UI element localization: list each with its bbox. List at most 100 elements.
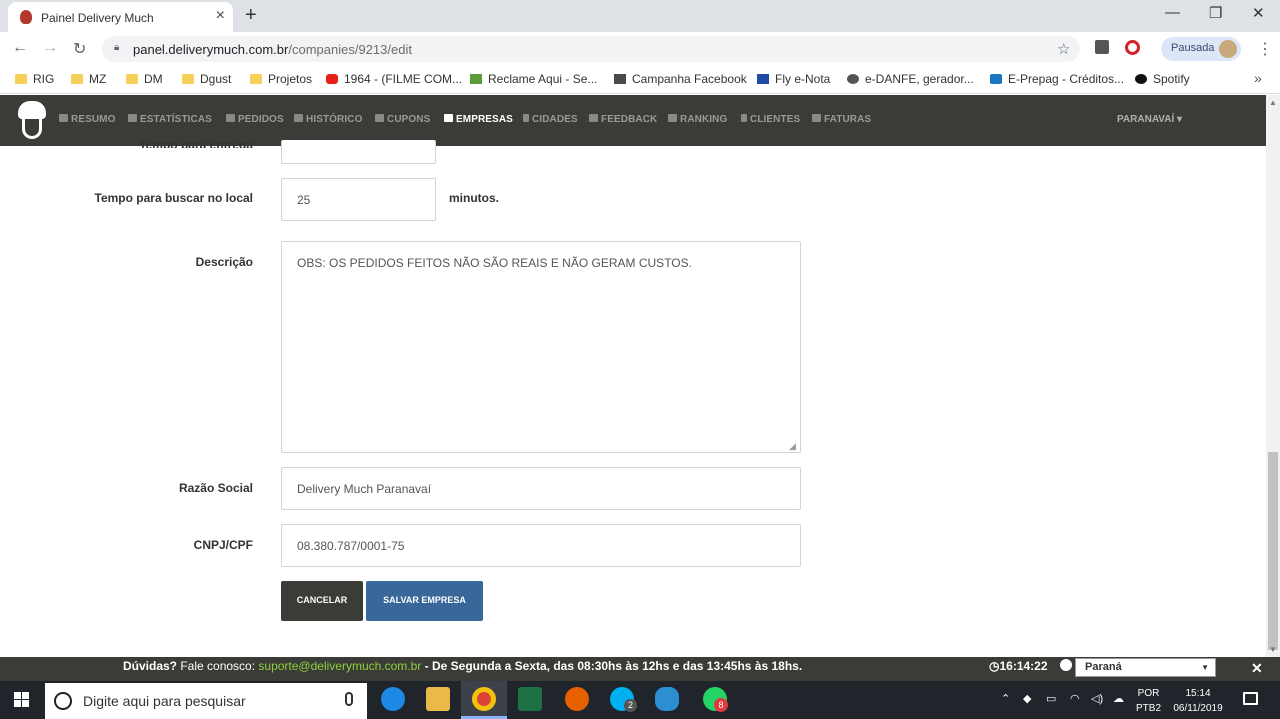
profile-button[interactable]: Pausada [1161,37,1241,61]
reload-icon[interactable]: ↻ [73,39,86,59]
language-indicator[interactable]: POR PTB2 [1136,686,1161,716]
bookmark-label: Reclame Aqui - Se... [488,72,598,86]
bookmark-label: Spotify [1153,72,1190,86]
opera-extension-icon[interactable] [1125,40,1140,55]
chart-icon [128,114,137,122]
nav-cupons[interactable]: CUPONS [375,114,430,125]
descricao-label: Descrição [195,255,253,269]
bookmark-label: Fly e-Nota [775,72,831,86]
firefox-icon[interactable] [565,687,589,711]
nav-ranking[interactable]: RANKING [668,114,727,125]
resize-grip-icon[interactable]: ◢ [789,441,796,452]
nav-resumo[interactable]: RESUMO [59,114,116,125]
delivery-much-favicon [20,10,32,24]
back-icon[interactable]: ← [12,39,28,57]
eprepag-icon [990,74,1002,84]
minimize-icon[interactable]: — [1165,4,1180,21]
wifi-icon[interactable]: ◠ [1070,692,1080,705]
chef-logo[interactable] [18,101,46,141]
taskbar-search-input[interactable]: Digite aqui para pesquisar [45,683,367,719]
scrollbar-thumb[interactable] [1268,452,1278,650]
bookmark-item[interactable]: Projetos [250,72,312,86]
chrome-icon[interactable] [472,687,496,711]
reclame-aqui-icon [470,74,482,84]
menu-dots-icon[interactable]: ⋮ [1257,39,1273,59]
folder-icon [182,74,194,84]
bookmark-item[interactable]: Spotify [1135,72,1190,86]
forward-icon[interactable]: → [42,39,58,57]
descricao-textarea[interactable]: OBS: OS PEDIDOS FEITOS NÃO SÃO REAIS E N… [281,241,801,453]
bookmark-item[interactable]: Campanha Facebook [614,72,747,86]
more-bookmarks-icon[interactable]: » [1254,70,1262,86]
bookmark-item[interactable]: e-DANFE, gerador... [847,72,974,86]
timezone-select[interactable]: Paraná ▼ [1075,658,1216,677]
bookmark-label: Dgust [200,72,232,86]
nav-faturas[interactable]: FATURAS [812,114,871,125]
bookmark-item[interactable]: RIG [15,72,54,86]
nav-empresas[interactable]: EMPRESAS [444,114,513,125]
bookmark-item[interactable]: MZ [71,72,106,86]
bookmark-item[interactable]: Fly e-Nota [757,72,830,86]
clock-icon: ◷ [989,659,1000,673]
bookmark-label: e-DANFE, gerador... [865,72,974,86]
browser-tab[interactable]: Painel Delivery Much × [8,2,233,32]
app-icon[interactable] [655,687,679,711]
calendar-icon [294,114,303,122]
new-tab-icon[interactable]: + [245,4,257,27]
folder-icon [15,74,27,84]
whatsapp-icon[interactable]: 8 [703,687,728,712]
dropbox-icon[interactable]: ◆ [1023,692,1031,705]
bookmark-item[interactable]: DM [126,72,163,86]
cnpj-cpf-input[interactable]: 08.380.787/0001-75 [281,524,801,567]
tempo-buscar-input[interactable]: 25 [281,178,436,221]
support-email-link[interactable]: suporte@deliverymuch.com.br [258,659,421,673]
bookmark-star-icon[interactable]: ☆ [1057,40,1070,58]
user-icon [741,114,747,122]
city-dropdown[interactable]: PARANAVAÍ ▾ [1117,114,1182,125]
skype-icon[interactable]: 2 [610,687,637,712]
bookmark-item[interactable]: 1964 - (FILME COM... [326,72,462,86]
tray-expand-icon[interactable]: ⌃ [1001,692,1010,705]
lock-icon[interactable]: 🔒︎ [114,42,124,53]
excel-icon[interactable] [518,687,542,711]
bookmark-item[interactable]: Reclame Aqui - Se... [470,72,597,86]
windows-start-icon[interactable] [14,692,30,708]
tempo-entrega-input[interactable] [281,140,436,164]
nav-clientes[interactable]: CLIENTES [741,114,800,125]
tempo-buscar-label: Tempo para buscar no local [94,191,253,205]
close-tab-icon[interactable]: × [216,7,225,25]
extension-icon[interactable] [1095,40,1109,54]
scroll-down-arrow-icon[interactable]: ▼ [1269,645,1277,654]
bookmark-item[interactable]: E-Prepag - Créditos... [990,72,1124,86]
system-clock[interactable]: 15:14 06/11/2019 [1170,686,1226,716]
scroll-up-arrow-icon[interactable]: ▲ [1269,98,1277,107]
restore-icon[interactable]: ❐ [1209,4,1222,22]
nav-label: CIDADES [532,114,578,125]
globe-icon [847,74,859,84]
close-footer-icon[interactable]: ✕ [1251,660,1263,677]
edge-icon[interactable] [381,687,405,711]
nav-pedidos[interactable]: PEDIDOS [226,114,284,125]
nav-feedback[interactable]: FEEDBACK [589,114,657,125]
cancel-button[interactable]: CANCELAR [281,581,363,621]
clock-date-text: 06/11/2019 [1173,703,1223,714]
bookmark-item[interactable]: Dgust [182,72,231,86]
onedrive-icon[interactable]: ☁ [1113,692,1124,705]
nav-label: CUPONS [387,114,431,125]
file-explorer-icon[interactable] [426,687,450,711]
support-text: Dúvidas? Fale conosco: suporte@deliverym… [123,659,802,673]
cnpj-cpf-label: CNPJ/CPF [193,538,253,552]
save-company-button[interactable]: SALVAR EMPRESA [366,581,483,621]
url-text[interactable]: panel.deliverymuch.com.br/companies/9213… [133,42,412,57]
microphone-icon[interactable] [345,692,353,706]
clock-time-text: 15:14 [1185,688,1211,699]
close-window-icon[interactable]: ✕ [1252,4,1265,22]
clock-readout: ◷16:14:22 [989,659,1048,673]
nav-estatisticas[interactable]: ESTATÍSTICAS [128,114,212,125]
notification-center-icon[interactable] [1243,692,1258,705]
razao-social-input[interactable]: Delivery Much Paranavaí [281,467,801,510]
battery-icon[interactable]: ▭ [1046,692,1056,705]
nav-historico[interactable]: HISTÓRICO [294,114,362,125]
nav-cidades[interactable]: CIDADES [523,114,578,125]
volume-icon[interactable]: ◁) [1091,692,1103,705]
